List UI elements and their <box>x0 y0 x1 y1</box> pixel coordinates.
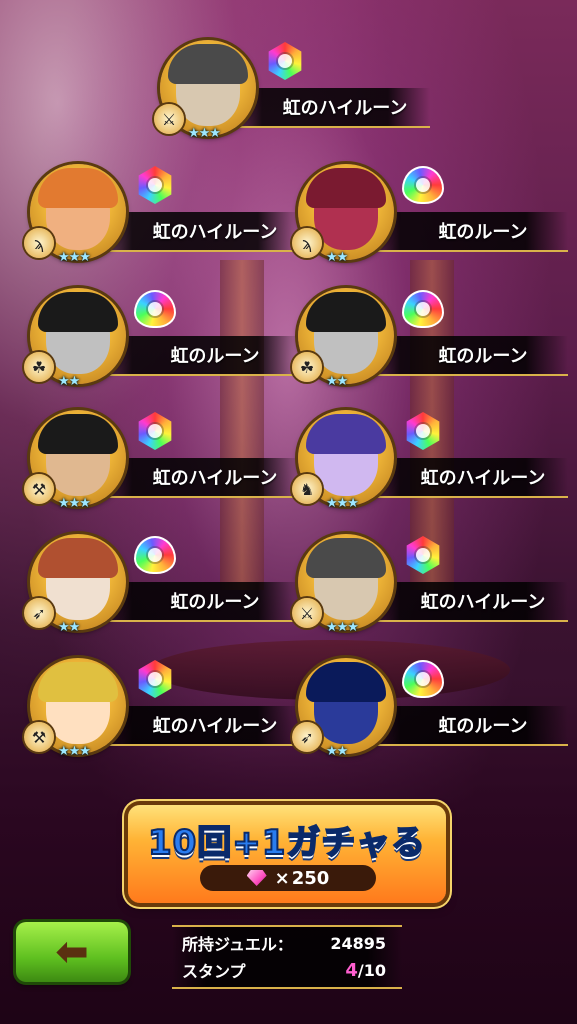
character-hair <box>306 662 386 702</box>
rarity-stars: ★★ <box>326 250 348 265</box>
jewel-value: 24895 <box>330 933 386 953</box>
gacha-title: 10回+1ガチャる <box>147 822 427 864</box>
bow-icon: ➶ <box>292 722 322 752</box>
rainbow-high-rune-icon <box>402 534 444 576</box>
reward-card: 虹のルーン ☘ ★★ <box>292 282 568 392</box>
rune-core-icon <box>416 672 430 686</box>
character-hair <box>38 538 118 578</box>
rarity-stars: ★★ <box>58 620 80 635</box>
reward-card: 虹のルーン ➶ ★★ <box>292 652 568 762</box>
axe-icon: ⚒ <box>24 722 54 752</box>
gacha-cost-value: 250 <box>291 867 330 889</box>
stamp-label: スタンプ <box>182 962 246 981</box>
rainbow-high-rune-icon <box>402 410 444 452</box>
paw-icon: ☘ <box>24 352 54 382</box>
reward-card: 虹のハイルーン ⚔ ★★★ <box>292 528 568 638</box>
rune-gem-icon <box>402 660 444 698</box>
rune-core-icon <box>416 178 430 192</box>
rarity-stars: ★★ <box>326 374 348 389</box>
stamp-total: /10 <box>357 960 386 980</box>
left-arrow-icon: ⬅ <box>55 929 89 975</box>
reward-card: 虹のハイルーン ♞ ★★★ <box>292 404 568 514</box>
character-hair <box>306 292 386 332</box>
rune-core-icon <box>416 302 430 316</box>
rune-core-icon <box>278 54 292 68</box>
bow-icon: ➶ <box>24 598 54 628</box>
character-hair <box>306 538 386 578</box>
gem-icon <box>246 870 267 886</box>
rarity-stars: ★★★ <box>326 620 359 635</box>
paw-icon: ☘ <box>292 352 322 382</box>
character-hair <box>168 44 248 84</box>
rainbow-rune-icon <box>402 164 444 206</box>
reward-card: 虹のルーン ➶ ★★ <box>24 528 300 638</box>
rune-core-icon <box>416 424 430 438</box>
rune-gem-icon <box>138 660 172 698</box>
reward-card: 虹のハイルーン ⚔ ★★★ <box>154 34 430 144</box>
rarity-stars: ★★ <box>326 744 348 759</box>
rainbow-rune-icon <box>402 658 444 700</box>
character-hair <box>306 168 386 208</box>
rune-core-icon <box>148 178 162 192</box>
stamp-current: 4 <box>345 959 358 981</box>
dragon-icon: ♞ <box>292 474 322 504</box>
rainbow-high-rune-icon <box>134 410 176 452</box>
rarity-stars: ★★★ <box>58 496 91 511</box>
gacha-cost: × 250 <box>200 865 376 891</box>
rune-core-icon <box>148 548 162 562</box>
staff-icon: ϡ <box>24 228 54 258</box>
rune-core-icon <box>148 424 162 438</box>
rainbow-rune-icon <box>134 534 176 576</box>
gacha-cost-prefix: × <box>274 867 290 889</box>
rune-gem-icon <box>138 412 172 450</box>
back-button[interactable]: ⬅ <box>16 922 128 982</box>
rune-core-icon <box>416 548 430 562</box>
rarity-stars: ★★★ <box>58 744 91 759</box>
rainbow-high-rune-icon <box>134 164 176 206</box>
reward-card: 虹のハイルーン ϡ ★★★ <box>24 158 300 268</box>
rainbow-high-rune-icon <box>134 658 176 700</box>
rune-gem-icon <box>268 42 302 80</box>
staff-icon: ϡ <box>292 228 322 258</box>
reward-card: 虹のハイルーン ⚒ ★★★ <box>24 652 300 762</box>
reward-card: 虹のルーン ϡ ★★ <box>292 158 568 268</box>
sword-icon: ⚔ <box>292 598 322 628</box>
character-hair <box>38 662 118 702</box>
reward-card: 虹のルーン ☘ ★★ <box>24 282 300 392</box>
rune-gem-icon <box>406 412 440 450</box>
rainbow-high-rune-icon <box>264 40 306 82</box>
character-hair <box>306 414 386 454</box>
rarity-stars: ★★★ <box>58 250 91 265</box>
axe-icon: ⚒ <box>24 474 54 504</box>
rune-gem-icon <box>134 536 176 574</box>
rune-gem-icon <box>402 166 444 204</box>
sword-icon: ⚔ <box>154 104 184 134</box>
rune-gem-icon <box>134 290 176 328</box>
character-hair <box>38 292 118 332</box>
currency-info-panel: 所持ジュエル： 24895 スタンプ 4/10 <box>172 925 402 989</box>
character-hair <box>38 168 118 208</box>
rainbow-rune-icon <box>134 288 176 330</box>
reward-card: 虹のハイルーン ⚒ ★★★ <box>24 404 300 514</box>
rune-core-icon <box>148 302 162 316</box>
rainbow-rune-icon <box>402 288 444 330</box>
rarity-stars: ★★ <box>58 374 80 389</box>
rune-gem-icon <box>402 290 444 328</box>
rune-gem-icon <box>406 536 440 574</box>
rune-core-icon <box>148 672 162 686</box>
rune-gem-icon <box>138 166 172 204</box>
rarity-stars: ★★★ <box>326 496 359 511</box>
character-hair <box>38 414 118 454</box>
jewel-label: 所持ジュエル： <box>182 935 293 954</box>
gacha-10plus1-button[interactable]: 10回+1ガチャる × 250 <box>128 805 446 903</box>
rarity-stars: ★★★ <box>188 126 221 141</box>
